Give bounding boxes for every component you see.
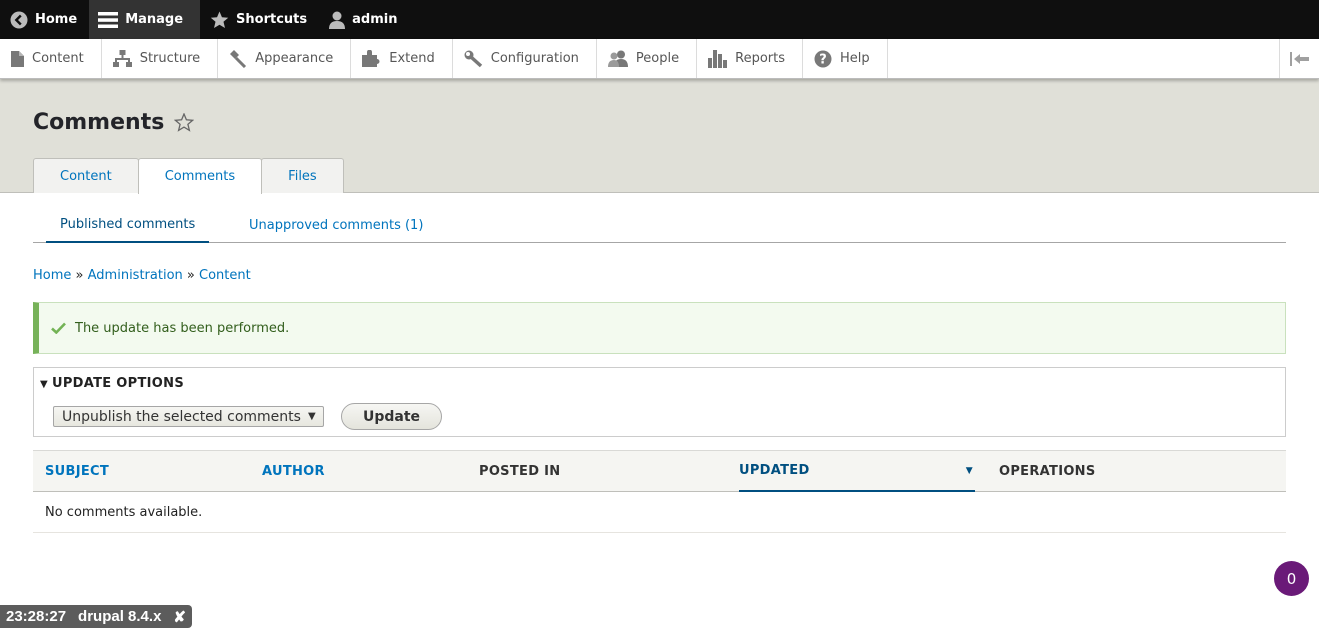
toolbar-home-label: Home [35,12,78,27]
tray-item-label: Content [32,51,84,66]
notification-badge[interactable]: 0 [1274,561,1309,596]
wrench-icon [464,50,482,67]
tray-item-label: Structure [139,51,201,66]
update-options-label: UPDATE OPTIONS [52,376,184,391]
update-button[interactable]: Update [341,403,442,430]
action-select[interactable]: Unpublish the selected comments ▼ [53,406,324,427]
breadcrumb-separator: » [186,268,195,283]
bar-chart-icon [708,49,728,68]
breadcrumb-administration-link[interactable]: Administration [88,268,183,283]
primary-tabs: Content Comments Files [33,158,344,194]
column-updated-label: UPDATED [739,463,810,478]
column-updated-header[interactable]: UPDATED ▼ [739,451,975,492]
expanded-triangle-icon: ▼ [40,379,48,390]
toolbar-manage-tab[interactable]: Manage [89,0,201,39]
tray-item-people[interactable]: People [597,39,698,78]
toolbar-user-tab[interactable]: admin [319,0,409,39]
debug-clock-bar: 23:28:27 drupal 8.4.x ✘ [0,605,192,628]
page-title: Comments [33,110,195,135]
status-message-text: The update has been performed. [75,320,290,336]
page-header: Comments Content Comments Files [0,79,1319,194]
collapse-left-icon [1289,51,1309,66]
tray-item-configuration[interactable]: Configuration [453,39,597,78]
table-header: SUBJECT AUTHOR POSTED IN UPDATED ▼ OPERA… [33,450,1286,492]
tray-item-label: People [635,51,680,66]
admin-toolbar: Home Manage Shortcuts admin [0,0,1319,39]
breadcrumb: Home » Administration » Content [33,268,251,283]
tab-content[interactable]: Content [33,158,139,193]
svg-text:?: ? [819,52,827,67]
tray-item-extend[interactable]: Extend [351,39,453,78]
close-icon[interactable]: ✘ [173,608,186,626]
tray-item-content[interactable]: Content [0,39,102,78]
help-icon: ? [814,50,832,67]
tray-orientation-toggle[interactable] [1279,39,1319,78]
dropdown-arrow-icon: ▼ [307,411,316,422]
comments-table: SUBJECT AUTHOR POSTED IN UPDATED ▼ OPERA… [33,450,1286,533]
column-author-header[interactable]: AUTHOR [262,451,325,492]
tray-item-appearance[interactable]: Appearance [218,39,352,78]
tray-item-reports[interactable]: Reports [697,39,803,78]
checkmark-icon [51,322,66,334]
status-message: The update has been performed. [33,302,1286,354]
column-subject-header[interactable]: SUBJECT [45,451,109,492]
toolbar-manage-label: Manage [125,12,184,27]
star-icon [210,10,229,28]
shortcut-star-icon[interactable] [174,113,195,132]
tray-item-label: Configuration [490,51,579,66]
file-icon [11,50,24,67]
breadcrumb-separator: » [75,268,84,283]
structure-icon [112,50,132,67]
puzzle-icon [362,50,380,67]
update-options-panel: ▼ UPDATE OPTIONS Unpublish the selected c… [33,367,1286,437]
clock-time: 23:28:27 [6,608,67,625]
tray-item-structure[interactable]: Structure [102,39,219,78]
user-icon [329,11,346,29]
site-version: drupal 8.4.x [78,608,162,625]
paintbrush-icon [230,49,247,68]
tray-item-label: Extend [389,51,435,66]
tray-item-label: Help [840,51,870,66]
column-posted-in-header: POSTED IN [479,464,561,479]
tray-item-label: Reports [735,51,785,66]
tab-files[interactable]: Files [261,158,344,193]
secondary-tabs: Published comments Unapproved comments (… [33,207,1286,243]
tab-published-comments[interactable]: Published comments [46,207,210,243]
action-select-value: Unpublish the selected comments [62,408,301,425]
admin-tray: Content Structure Appearance Extend Conf… [0,39,1319,79]
table-empty-text: No comments available. [45,504,203,520]
breadcrumb-content-link[interactable]: Content [199,268,251,283]
toolbar-home-link[interactable]: Home [0,0,89,39]
table-empty-row: No comments available. [33,492,1286,533]
sort-descending-icon: ▼ [965,465,973,476]
column-operations-header: OPERATIONS [999,464,1096,479]
toolbar-shortcuts-label: Shortcuts [236,12,308,27]
tray-item-help[interactable]: ? Help [803,39,888,78]
toolbar-shortcuts-tab[interactable]: Shortcuts [200,0,319,39]
breadcrumb-home-link[interactable]: Home [33,268,71,283]
back-arrow-icon [10,11,28,28]
menu-icon [98,11,119,28]
tray-item-label: Appearance [255,51,334,66]
people-icon [607,50,628,67]
tab-unapproved-comments[interactable]: Unapproved comments (1) [235,207,437,243]
update-options-summary[interactable]: ▼ UPDATE OPTIONS [40,376,184,391]
page-title-text: Comments [33,110,165,135]
tab-comments[interactable]: Comments [137,158,263,194]
toolbar-user-label: admin [352,12,398,27]
